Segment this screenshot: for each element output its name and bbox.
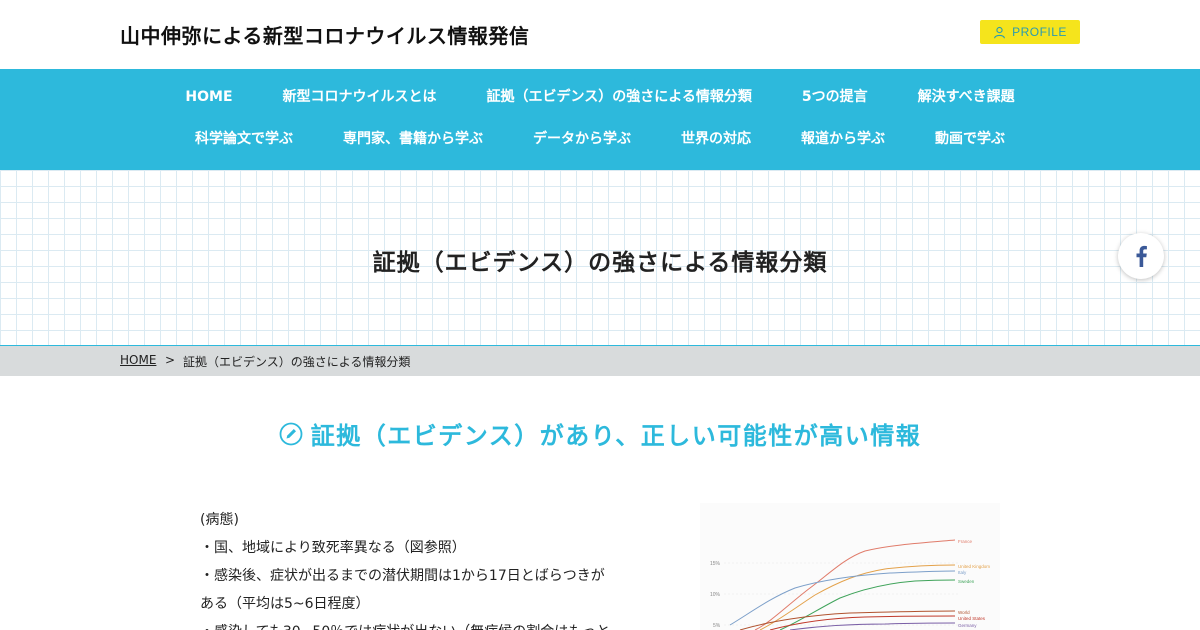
y-tick-label: 15% <box>710 561 721 567</box>
facebook-icon <box>1136 245 1147 267</box>
nav-row-2: 科学論文で学ぶ 専門家、書籍から学ぶ データから学ぶ 世界の対応 報道から学ぶ … <box>0 130 1200 148</box>
profile-button[interactable]: PROFILE <box>980 20 1080 44</box>
nav-item-videos[interactable]: 動画で学ぶ <box>935 130 1005 148</box>
legend-label-world: World <box>958 610 970 615</box>
article-body: (病態) ・国、地域により致死率異なる（図参照） ・感染後、症状が出るまでの潜伏… <box>200 506 630 630</box>
body-line: ある（平均は5~6日程度） <box>200 596 370 612</box>
case-fatality-chart: 15% 10% 5% France United Kingdom Italy S… <box>700 503 1000 630</box>
legend-label-united-kingdom: United Kingdom <box>958 564 990 569</box>
nav-item-experts-books[interactable]: 専門家、書籍から学ぶ <box>343 130 483 148</box>
page-title: 証拠（エビデンス）の強さによる情報分類 <box>372 250 828 276</box>
nav-item-data[interactable]: データから学ぶ <box>533 130 631 148</box>
breadcrumb: HOME > 証拠（エビデンス）の強さによる情報分類 <box>0 346 1200 376</box>
breadcrumb-separator: > <box>165 353 176 367</box>
series-line-world <box>739 610 956 630</box>
y-tick-label: 10% <box>710 592 721 598</box>
y-tick-label: 5% <box>713 623 721 629</box>
breadcrumb-current: 証拠（エビデンス）の強さによる情報分類 <box>183 355 411 369</box>
nav-item-papers[interactable]: 科学論文で学ぶ <box>195 130 293 148</box>
nav-item-home[interactable]: HOME <box>185 88 232 106</box>
nav-item-issues[interactable]: 解決すべき課題 <box>918 88 1015 106</box>
site-header: 山中伸弥による新型コロナウイルス情報発信 PROFILE <box>0 0 1200 69</box>
series-line-germany <box>789 622 956 630</box>
nav-item-evidence-classification[interactable]: 証拠（エビデンス）の強さによる情報分類 <box>487 88 752 106</box>
nav-row-1: HOME 新型コロナウイルスとは 証拠（エビデンス）の強さによる情報分類 5つの… <box>0 88 1200 106</box>
body-line: ・感染後、症状が出るまでの潜伏期間は1から17日とばらつきが <box>200 568 605 584</box>
nav-item-world-response[interactable]: 世界の対応 <box>681 130 751 148</box>
section-heading: 証拠（エビデンス）があり、正しい可能性が高い情報 <box>0 416 1200 451</box>
profile-label: PROFILE <box>1012 25 1067 39</box>
breadcrumb-home-link[interactable]: HOME <box>120 353 156 367</box>
chart-svg: 15% 10% 5% France United Kingdom Italy S… <box>710 539 990 630</box>
section-heading-text: 証拠（エビデンス）があり、正しい可能性が高い情報 <box>310 422 922 450</box>
pencil-circle-icon <box>279 422 303 445</box>
series-line-united-kingdom <box>759 564 956 630</box>
body-line: ・国、地域により致死率異なる（図参照） <box>200 540 466 556</box>
legend-label-sweden: Sweden <box>958 579 975 584</box>
nav-item-five-proposals[interactable]: 5つの提言 <box>802 88 868 106</box>
user-icon <box>994 26 1005 38</box>
series-line-italy <box>729 570 956 626</box>
site-title[interactable]: 山中伸弥による新型コロナウイルス情報発信 <box>120 20 529 49</box>
page-hero: 証拠（エビデンス）の強さによる情報分類 <box>0 170 1200 346</box>
body-line: (病態) <box>200 512 239 528</box>
nav-item-news[interactable]: 報道から学ぶ <box>801 130 885 148</box>
legend-label-italy: Italy <box>958 570 967 575</box>
facebook-share-button[interactable] <box>1118 233 1164 279</box>
legend-label-france: France <box>958 539 973 544</box>
nav-item-about-covid[interactable]: 新型コロナウイルスとは <box>283 88 437 106</box>
legend-label-germany: Germany <box>958 623 977 628</box>
global-nav: HOME 新型コロナウイルスとは 証拠（エビデンス）の強さによる情報分類 5つの… <box>0 69 1200 170</box>
legend-label-united-states: United States <box>958 616 986 621</box>
body-line: ・感染しても30~50％では症状が出ない（無症候の割合はもっと <box>200 618 630 630</box>
